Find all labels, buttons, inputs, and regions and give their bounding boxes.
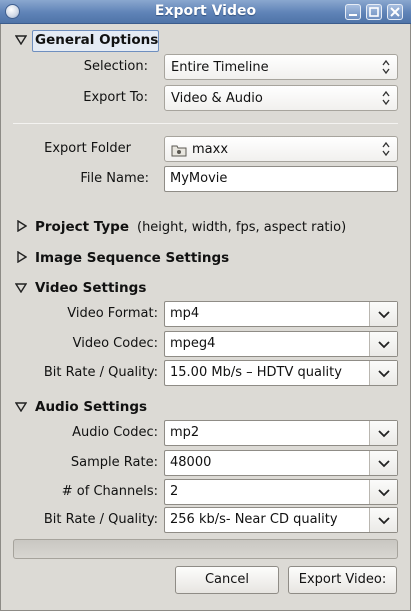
video-codec-dropdown-button[interactable] [369, 332, 397, 356]
sample-rate-dropdown-button[interactable] [369, 451, 397, 475]
project-type-title[interactable]: Project Type [35, 219, 129, 235]
image-sequence-title[interactable]: Image Sequence Settings [35, 250, 229, 266]
audio-bitrate-label: Bit Rate / Quality: [43, 512, 158, 527]
maximize-icon [369, 7, 379, 17]
audio-bitrate-dropdown-button[interactable] [369, 508, 397, 532]
folder-icon [171, 145, 187, 157]
selection-label: Selection: [83, 59, 148, 74]
selection-value: Entire Timeline [171, 60, 269, 75]
close-icon [390, 7, 400, 17]
audio-settings-title: Audio Settings [35, 399, 148, 415]
selection-combo[interactable]: Entire Timeline [164, 54, 398, 80]
cancel-button[interactable]: Cancel [175, 566, 279, 594]
video-bitrate-value[interactable]: 15.00 Mb/s – HDTV quality [170, 365, 350, 380]
export-folder-combo[interactable]: maxx [164, 136, 398, 162]
maximize-button[interactable] [366, 4, 382, 20]
channels-dropdown-button[interactable] [369, 480, 397, 504]
channels-label: # of Channels: [61, 484, 158, 499]
video-bitrate-label: Bit Rate / Quality: [43, 365, 158, 380]
channels-value[interactable]: 2 [170, 484, 350, 499]
audio-codec-dropdown-button[interactable] [369, 421, 397, 445]
spin-arrows-icon [382, 90, 390, 106]
sample-rate-combo[interactable]: 48000 [164, 450, 398, 476]
general-options-title: General Options [35, 32, 159, 48]
audio-codec-value[interactable]: mp2 [170, 425, 350, 440]
export-progress-bar [13, 539, 398, 559]
video-codec-combo[interactable]: mpeg4 [164, 331, 398, 357]
audio-bitrate-value[interactable]: 256 kb/s- Near CD quality [170, 512, 350, 527]
chevron-down-icon [378, 430, 390, 438]
export-to-label: Export To: [83, 90, 148, 105]
video-format-label: Video Format: [67, 306, 158, 321]
video-codec-value[interactable]: mpeg4 [170, 336, 350, 351]
video-format-value[interactable]: mp4 [170, 306, 350, 321]
video-format-dropdown-button[interactable] [369, 302, 397, 326]
file-name-label: File Name: [80, 171, 149, 186]
channels-combo[interactable]: 2 [164, 479, 398, 505]
chevron-down-icon [378, 517, 390, 525]
title-bar[interactable]: Export Video [0, 0, 411, 24]
chevron-down-icon [378, 370, 390, 378]
export-video-button[interactable]: Export Video: [288, 566, 397, 594]
file-name-field[interactable]: MyMovie [164, 166, 398, 192]
audio-codec-combo[interactable]: mp2 [164, 420, 398, 446]
spin-arrows-icon [382, 59, 390, 75]
project-type-hint: (height, width, fps, aspect ratio) [137, 220, 347, 235]
chevron-down-icon [378, 341, 390, 349]
triangle-down-icon[interactable] [15, 402, 27, 412]
minimize-button[interactable] [345, 4, 361, 20]
triangle-down-icon[interactable] [15, 35, 27, 45]
triangle-right-icon[interactable] [17, 251, 27, 263]
triangle-down-icon[interactable] [15, 283, 27, 293]
minimize-icon [349, 14, 357, 16]
video-format-combo[interactable]: mp4 [164, 301, 398, 327]
export-to-value: Video & Audio [171, 91, 263, 106]
sample-rate-value[interactable]: 48000 [170, 455, 350, 470]
audio-bitrate-combo[interactable]: 256 kb/s- Near CD quality [164, 507, 398, 533]
export-to-combo[interactable]: Video & Audio [164, 85, 398, 111]
chevron-down-icon [378, 460, 390, 468]
triangle-right-icon[interactable] [17, 220, 27, 232]
video-bitrate-combo[interactable]: 15.00 Mb/s – HDTV quality [164, 360, 398, 386]
file-name-value[interactable]: MyMovie [170, 171, 350, 186]
video-settings-title: Video Settings [35, 280, 147, 296]
close-button[interactable] [387, 4, 403, 20]
export-folder-value: maxx [192, 142, 229, 157]
chevron-down-icon [378, 311, 390, 319]
video-codec-label: Video Codec: [72, 336, 158, 351]
video-bitrate-dropdown-button[interactable] [369, 361, 397, 385]
chevron-down-icon [378, 489, 390, 497]
separator [13, 123, 398, 124]
audio-codec-label: Audio Codec: [72, 425, 158, 440]
export-folder-label: Export Folder [44, 141, 131, 156]
sample-rate-label: Sample Rate: [70, 455, 158, 470]
spin-arrows-icon [382, 141, 390, 157]
